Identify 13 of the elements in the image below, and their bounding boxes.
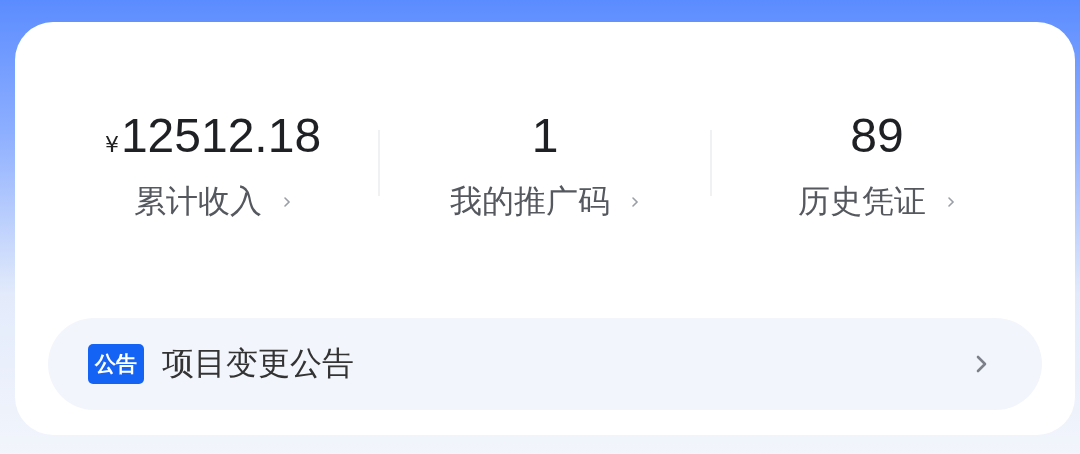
stat-link[interactable]: 我的推广码 [450, 180, 640, 224]
stat-link[interactable]: 历史凭证 [798, 180, 956, 224]
notice-tag: 公告 [88, 344, 144, 384]
stat-value: 12512.18 [120, 108, 322, 163]
chevron-icon [282, 195, 292, 209]
currency-symbol: ¥ [104, 132, 119, 157]
chevron-icon [630, 195, 640, 209]
stat-value: 1 [531, 108, 559, 163]
notice-bar[interactable]: 公告 项目变更公告 [48, 318, 1042, 410]
notice-text: 项目变更公告 [162, 343, 355, 384]
chevron-icon [946, 195, 956, 209]
stat-link[interactable]: 累计收入 [134, 180, 292, 224]
stat-value: 89 [850, 108, 904, 163]
